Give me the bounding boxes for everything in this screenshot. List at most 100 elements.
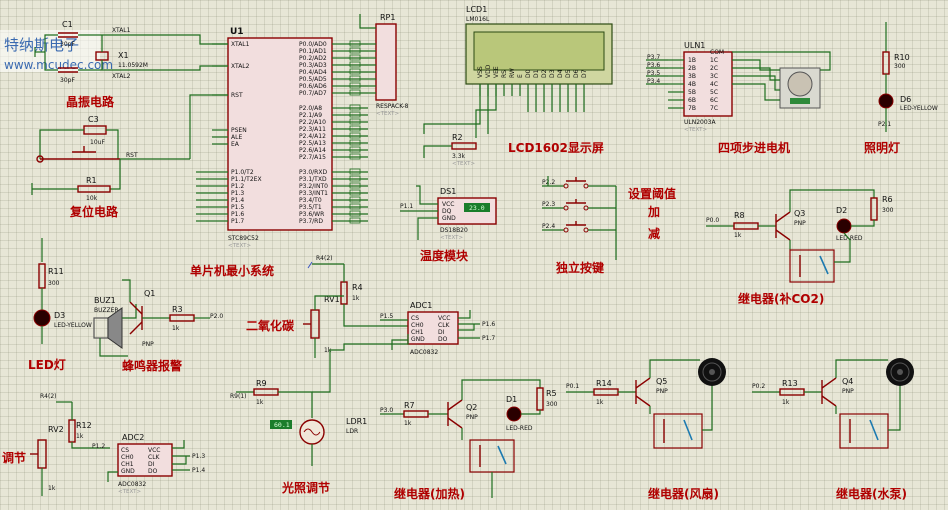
r3-value: 1k <box>172 325 180 332</box>
u1-left-pin-label: RST <box>231 92 243 99</box>
d6-type: LED-YELLOW <box>900 105 938 112</box>
lcd-pin-label: D0 <box>525 69 532 78</box>
ds-gnd: GND <box>442 215 456 222</box>
relay-fan: P0.1 R14 1k Q5 PNP 继电器(风扇) <box>566 358 726 501</box>
relay-co2-caption: 继电器(补CO2) <box>738 291 824 306</box>
u1-type: STC89C52 <box>228 235 259 242</box>
button-contact-right <box>583 227 589 233</box>
reset-caption: 复位电路 <box>69 204 119 219</box>
q3-type: PNP <box>794 220 806 227</box>
button-contact-left <box>563 227 569 233</box>
temp-caption: 温度模块 <box>420 248 469 263</box>
q5-type: PNP <box>656 388 668 395</box>
u1-left-pin-label: XTAL2 <box>231 63 250 70</box>
uln-out-label: 2C <box>710 65 718 72</box>
adc-right-pin: CLK <box>438 322 451 329</box>
u1-right-pin-label: P0.0/AD0 <box>299 41 327 48</box>
r9-value: 1k <box>256 399 264 406</box>
mcu-u1: U1 STC89C52 <TEXT> XTAL1 XTAL2 RST PSENALEE… <box>160 27 368 278</box>
r6-ref: R6 <box>882 195 893 204</box>
net-p30-heat: P3.0 <box>380 407 393 414</box>
r13-ref: R13 <box>782 379 798 388</box>
u1-right-pin-label: P2.2/A10 <box>299 119 326 126</box>
c3-value: 10uF <box>90 139 105 146</box>
plus-caption: 加 <box>647 204 660 219</box>
ldr1-ref: LDR1 <box>346 417 367 426</box>
r2-text: <TEXT> <box>452 161 475 167</box>
adc2-ref: ADC2 <box>122 433 144 442</box>
net-p12: P1.2 <box>92 443 105 450</box>
uln-out-label: 5C <box>710 89 718 96</box>
r7-ref: R7 <box>404 401 415 410</box>
u1-right-pin-label: P2.3/A11 <box>299 126 326 133</box>
r10-value: 300 <box>894 63 906 70</box>
uln-out-label: 6C <box>710 97 718 104</box>
net-p01-fan: P0.1 <box>566 383 579 390</box>
relay-heat-caption: 继电器(加热) <box>394 486 465 501</box>
r9-ref: R9 <box>256 379 267 388</box>
button-contact-right <box>583 183 589 189</box>
u1-right-pin-label: P2.6/A14 <box>299 147 326 154</box>
relay-heat: P3.0 R7 1k Q2 PNP D1 LED-RED R5 300 继电器(… <box>380 379 558 501</box>
lcd-pin-label: D5 <box>565 69 572 78</box>
rp1-ref: RP1 <box>380 13 395 22</box>
adc-left-pin: CS <box>121 447 129 454</box>
lcd-screen <box>473 31 605 71</box>
d2-led <box>836 218 852 234</box>
r2-ref: R2 <box>452 133 463 142</box>
buz1-ref: BUZ1 <box>94 296 116 305</box>
lighting-lamp: R10 300 D6 LED-YELLOW P2.1 照明灯 <box>864 22 938 155</box>
q1-ref: Q1 <box>144 289 155 298</box>
r5-value: 300 <box>546 401 558 408</box>
rv2-mark: R4(2) <box>40 393 57 400</box>
uln-in-label: 4B <box>688 81 696 88</box>
u1-right-pin-label: P0.7/AD7 <box>299 90 327 97</box>
r14-value: 1k <box>596 399 604 406</box>
uln-in-label: 7B <box>688 105 696 112</box>
relay-heat-box <box>469 439 515 473</box>
stepper-driver: ULN1 ULN2003A <TEXT> 1B P3.7 2B P3.6 3B P3.5 4… <box>646 41 831 155</box>
adc-left-pin: CH0 <box>411 322 424 329</box>
uln-in-label: 6B <box>688 97 696 104</box>
adc-left-pin: CH0 <box>121 454 134 461</box>
u1-right-pin-label: P3.7/RD <box>299 218 323 225</box>
buttons-caption: 独立按键 <box>555 260 604 275</box>
u1-right-pin-label: P0.5/AD5 <box>299 76 327 83</box>
lcd-caption: LCD1602显示屏 <box>508 141 604 155</box>
lcd1-ref: LCD1 <box>466 5 487 14</box>
buttons: P2.2 P2.3 P2.4 <box>542 176 617 260</box>
button-contact-left <box>563 183 569 189</box>
rp1-wires <box>368 43 376 94</box>
q4-ref: Q4 <box>842 377 853 386</box>
adc-left-pin: CS <box>411 315 419 322</box>
uln-in-label: 3B <box>688 73 696 80</box>
uln-out-label: 3C <box>710 73 718 80</box>
uln1-type: ULN2003A <box>684 119 716 126</box>
adc-right-pin: VCC <box>148 447 160 454</box>
uln-out-label: 4C <box>710 81 718 88</box>
lcd-pin-label: D7 <box>581 69 588 78</box>
u1-left-pin-label: P1.0/T2 <box>231 169 254 176</box>
q2-ref: Q2 <box>466 403 477 412</box>
lcd-pin-label: VDD <box>485 64 492 78</box>
q1-type: PNP <box>142 341 154 348</box>
d3-ref: D3 <box>54 311 65 320</box>
adjust-caption: 调节 <box>2 450 26 465</box>
lcd-module: LCD1 LM016L VSS VDD VEE RS RW E D0 D1 D2 D3 D4 D5 D6… <box>423 5 613 167</box>
relay-pump-box <box>839 413 889 449</box>
net-p15: P1.5 <box>380 313 393 320</box>
xtal1-net: XTAL1 <box>112 27 131 34</box>
r7-value: 1k <box>404 420 412 427</box>
u1-right-pin-label: P0.6/AD6 <box>299 83 327 90</box>
uln1-ref: ULN1 <box>684 41 705 50</box>
r6-value: 300 <box>882 207 894 214</box>
led-caption: LED灯 <box>28 357 66 372</box>
u1-ref: U1 <box>230 27 244 37</box>
mcu-caption: 单片机最小系统 <box>190 263 274 278</box>
u1-right-pins: P0.0/AD0P0.1/AD1P0.2/AD2P0.3/AD3P0.4/AD4… <box>299 40 368 225</box>
u1-left-pin-label: XTAL1 <box>231 41 250 48</box>
u1-right-pin-label: P3.5/T1 <box>299 204 322 211</box>
adc-right-pin: DI <box>438 329 445 336</box>
adc-left-pin: GND <box>121 468 135 475</box>
d1-ref: D1 <box>506 395 517 404</box>
